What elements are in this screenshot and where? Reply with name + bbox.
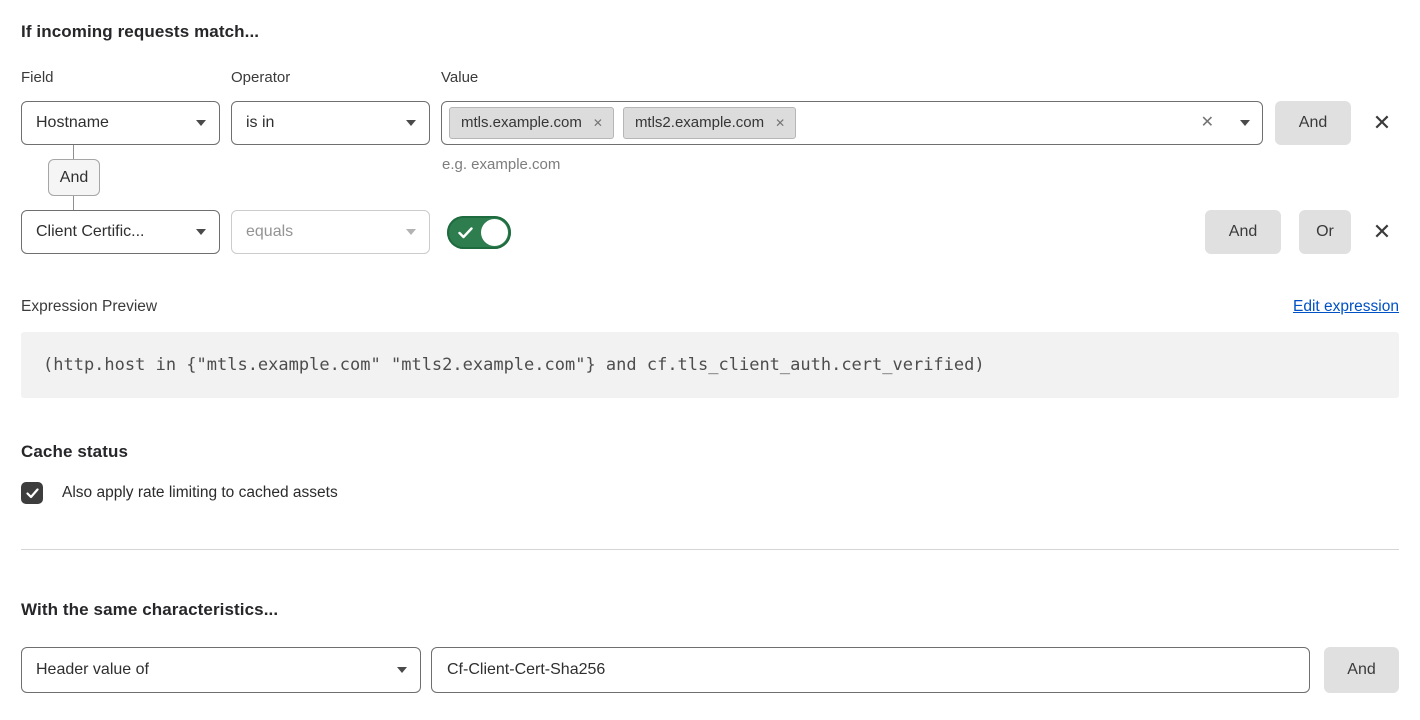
field-select-1[interactable]: Hostname	[21, 101, 220, 145]
chevron-down-icon	[406, 229, 416, 235]
value-field-wrapper: mtls.example.com ✕ mtls2.example.com ✕ ✕…	[441, 101, 1263, 145]
condition-connector: And	[21, 159, 1399, 196]
value-tag-label: mtls2.example.com	[635, 114, 764, 131]
field-column-label: Field	[21, 69, 231, 86]
add-or-condition-button[interactable]: Or	[1299, 210, 1351, 254]
add-and-condition-button[interactable]: And	[1205, 210, 1281, 254]
rule-editor-panel: If incoming requests match... Field Oper…	[0, 0, 1420, 720]
edit-expression-link[interactable]: Edit expression	[1293, 298, 1399, 316]
cache-status-title: Cache status	[21, 442, 1399, 462]
condition-row-1: Hostname is in mtls.example.com ✕ mtls2.…	[21, 101, 1399, 145]
expression-preview-header: Expression Preview Edit expression	[21, 298, 1399, 316]
remove-tag-icon[interactable]: ✕	[775, 117, 785, 129]
field-select-2-value: Client Certific...	[36, 223, 144, 241]
cert-verified-toggle[interactable]	[447, 216, 511, 249]
cached-assets-checkbox[interactable]	[21, 482, 43, 504]
row-spacer	[511, 210, 1193, 254]
clear-values-icon[interactable]: ✕	[1201, 115, 1214, 131]
value-tag-label: mtls.example.com	[461, 114, 582, 131]
value-tag: mtls2.example.com ✕	[623, 107, 796, 139]
toggle-knob	[481, 219, 508, 246]
header-name-input[interactable]	[431, 647, 1310, 693]
match-section-title: If incoming requests match...	[21, 22, 1399, 42]
condition-column-labels: Field Operator Value	[21, 69, 1399, 86]
value-tag: mtls.example.com ✕	[449, 107, 614, 139]
remove-tag-icon[interactable]: ✕	[593, 117, 603, 129]
delete-condition-icon[interactable]: ✕	[1365, 210, 1399, 254]
check-icon	[26, 488, 39, 499]
condition-row-2: Client Certific... equals And Or ✕	[21, 210, 1399, 254]
value-multiselect-input[interactable]: mtls.example.com ✕ mtls2.example.com ✕ ✕	[441, 101, 1263, 145]
add-characteristic-button[interactable]: And	[1324, 647, 1399, 693]
expression-preview-code: (http.host in {"mtls.example.com" "mtls2…	[21, 332, 1399, 398]
field-select-2[interactable]: Client Certific...	[21, 210, 220, 254]
characteristic-select-value: Header value of	[36, 661, 149, 679]
operator-select-1[interactable]: is in	[231, 101, 430, 145]
operator-select-1-value: is in	[246, 114, 274, 132]
chevron-down-icon	[406, 120, 416, 126]
cached-assets-checkbox-label: Also apply rate limiting to cached asset…	[62, 484, 338, 502]
expression-preview-label: Expression Preview	[21, 298, 157, 316]
operator-column-label: Operator	[231, 69, 441, 86]
value-tags: mtls.example.com ✕ mtls2.example.com ✕	[449, 107, 1201, 139]
connector-and-button[interactable]: And	[48, 159, 100, 196]
field-select-1-value: Hostname	[36, 114, 109, 132]
characteristic-select[interactable]: Header value of	[21, 647, 421, 693]
value-column-label: Value	[441, 69, 1399, 86]
characteristics-row: Header value of And	[21, 647, 1399, 693]
characteristics-title: With the same characteristics...	[21, 600, 1399, 620]
check-icon	[458, 227, 473, 239]
chevron-down-icon	[196, 229, 206, 235]
add-and-condition-button[interactable]: And	[1275, 101, 1351, 145]
operator-select-2: equals	[231, 210, 430, 254]
delete-condition-icon[interactable]: ✕	[1365, 101, 1399, 145]
operator-select-2-value: equals	[246, 223, 293, 241]
chevron-down-icon	[397, 667, 407, 673]
chevron-down-icon	[196, 120, 206, 126]
section-divider	[21, 549, 1399, 550]
cache-status-checkbox-row: Also apply rate limiting to cached asset…	[21, 482, 1399, 504]
chevron-down-icon[interactable]	[1240, 120, 1250, 126]
